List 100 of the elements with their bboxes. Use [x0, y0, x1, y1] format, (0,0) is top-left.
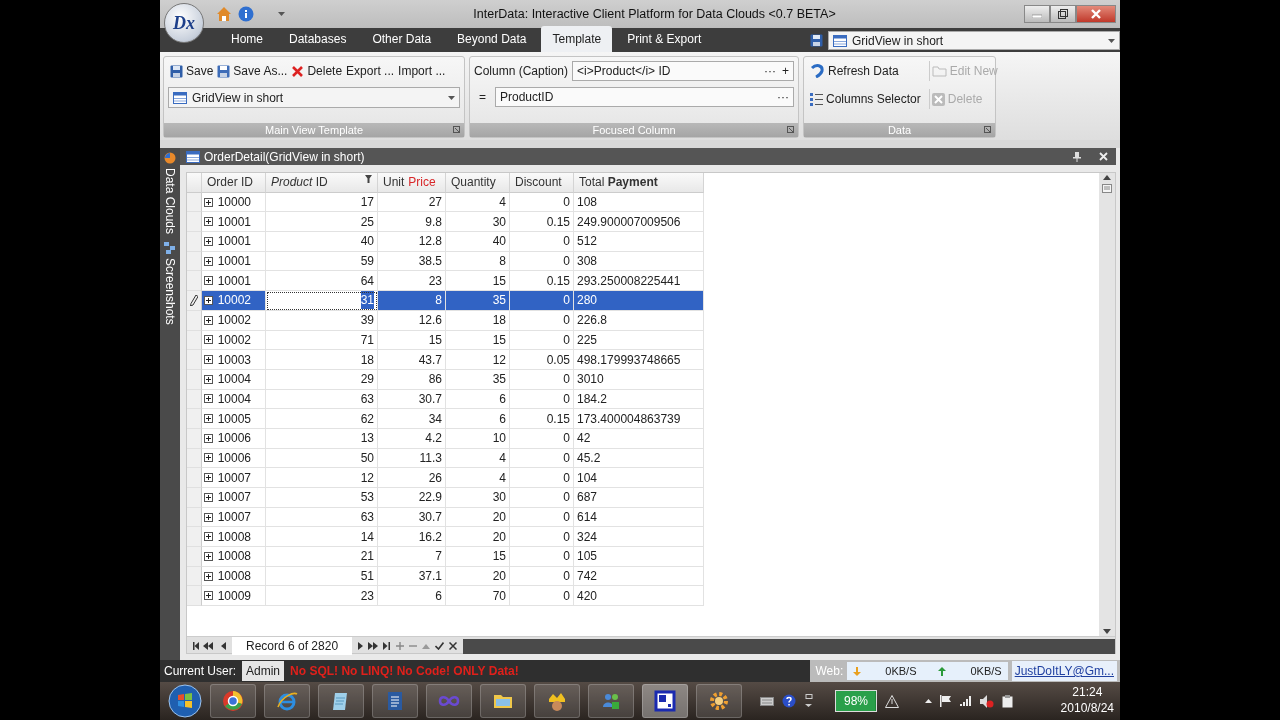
table-row[interactable]: 10004 29 86 35 0 3010: [187, 369, 704, 390]
filter-icon[interactable]: [365, 175, 372, 183]
taskbar-button[interactable]: [318, 684, 364, 718]
expand-icon[interactable]: [204, 532, 213, 542]
row-indicator[interactable]: [187, 291, 202, 311]
expand-icon[interactable]: [204, 276, 213, 286]
speaker-muted-icon[interactable]: [980, 694, 995, 708]
toolbar-button[interactable]: Import ...: [396, 61, 448, 81]
template-dropdown[interactable]: GridView in short: [168, 87, 460, 108]
up-arrow-icon[interactable]: [1103, 175, 1111, 180]
toolbar-button[interactable]: Export ...: [344, 61, 397, 81]
first-record-icon[interactable]: [193, 642, 201, 650]
ribbon-tab[interactable]: Beyond Data: [446, 26, 538, 52]
caret-icon[interactable]: [448, 95, 455, 100]
more-button[interactable]: ···: [777, 88, 789, 106]
cancel-icon[interactable]: [449, 642, 458, 650]
column-header[interactable]: Unit Price: [378, 173, 446, 193]
ribbon-tab[interactable]: Other Data: [361, 26, 443, 52]
expand-icon[interactable]: [204, 197, 213, 207]
column-header[interactable]: Total Payment: [574, 173, 704, 193]
launcher-icon[interactable]: [984, 126, 991, 133]
table-row[interactable]: 10001 59 38.5 8 0 308: [187, 251, 704, 272]
expand-icon[interactable]: [204, 335, 213, 345]
table-row[interactable]: 10002 71 15 15 0 225: [187, 330, 704, 351]
next-page-icon[interactable]: [368, 642, 379, 650]
expand-icon[interactable]: [204, 591, 213, 601]
table-row[interactable]: 10007 53 22.9 30 0 687: [187, 488, 704, 508]
add-button[interactable]: +: [782, 62, 789, 80]
expand-icon[interactable]: [204, 394, 213, 404]
table-row[interactable]: 10005 62 34 6 0.15 173.400004863739: [187, 409, 704, 429]
expand-icon[interactable]: [204, 571, 213, 581]
table-row[interactable]: 10008 14 16.2 20 0 324: [187, 527, 704, 548]
down-arrow-icon[interactable]: [1103, 629, 1111, 634]
clipboard-icon[interactable]: [1002, 694, 1014, 708]
taskbar-button[interactable]: [642, 684, 688, 718]
ribbon-tab[interactable]: Print & Export: [616, 26, 713, 52]
caption-field[interactable]: <i>Product</i> ID ··· +: [572, 61, 794, 81]
home-icon[interactable]: [216, 6, 232, 22]
clock[interactable]: 21:24 2010/8/24: [1060, 685, 1120, 717]
column-header[interactable]: Order ID: [202, 173, 266, 193]
close-button[interactable]: [1076, 5, 1116, 23]
ribbon-tab[interactable]: Databases: [278, 26, 358, 52]
expand-icon[interactable]: [204, 236, 213, 246]
ribbon-tab[interactable]: Home: [220, 26, 274, 52]
up-arrow-icon[interactable]: [925, 699, 933, 703]
taskbar-button[interactable]: [210, 684, 256, 718]
taskbar-button[interactable]: [534, 684, 580, 718]
signal-icon[interactable]: [960, 696, 973, 706]
scroll-thumb[interactable]: [1102, 184, 1112, 193]
launcher-icon[interactable]: [453, 126, 460, 133]
expand-icon[interactable]: [204, 295, 213, 305]
expand-icon[interactable]: [204, 551, 213, 561]
table-row[interactable]: 10006 13 4.2 10 0 42: [187, 428, 704, 449]
column-header[interactable]: Product ID: [266, 173, 378, 193]
table-row[interactable]: 10001 64 23 15 0.15 293.250008225441: [187, 271, 704, 292]
expand-icon[interactable]: [204, 512, 213, 522]
flag-icon[interactable]: [940, 695, 953, 707]
side-tab[interactable]: Screenshots: [161, 242, 179, 325]
taskbar-button[interactable]: [696, 684, 742, 718]
check-icon[interactable]: [435, 642, 445, 650]
table-row[interactable]: 10007 63 30.7 20 0 614: [187, 507, 704, 528]
warning-icon[interactable]: [885, 694, 900, 708]
table-row[interactable]: 10001 40 12.8 40 0 512: [187, 232, 704, 252]
start-button[interactable]: [168, 684, 202, 718]
ribbon-tab[interactable]: Template: [541, 26, 613, 52]
table-row[interactable]: 10009 23 6 70 0 420: [187, 586, 704, 607]
pin-icon[interactable]: [1073, 151, 1081, 162]
taskbar-button[interactable]: [372, 684, 418, 718]
table-row[interactable]: 10004 63 30.7 6 0 184.2: [187, 389, 704, 410]
refresh-button[interactable]: Refresh Data: [808, 61, 923, 81]
caret-icon[interactable]: [1108, 38, 1115, 43]
horizontal-scrollbar[interactable]: [463, 638, 1115, 654]
info-icon[interactable]: [238, 6, 254, 22]
expand-icon[interactable]: [204, 492, 213, 502]
expand-icon[interactable]: [204, 453, 213, 463]
keyboard-icon[interactable]: [760, 696, 774, 706]
previous-record-icon[interactable]: [221, 642, 226, 650]
expand-icon[interactable]: [204, 433, 213, 443]
table-row[interactable]: 10000 17 27 4 0 108: [187, 192, 704, 213]
caret-icon[interactable]: [278, 12, 285, 16]
view-dropdown[interactable]: GridView in short: [828, 31, 1120, 50]
help-icon[interactable]: [782, 694, 796, 708]
table-row[interactable]: 10003 18 43.7 12 0.05 498.179993748665: [187, 350, 704, 370]
delete-button[interactable]: Delete: [289, 61, 345, 81]
maximize-button[interactable]: [1050, 5, 1076, 23]
table-row[interactable]: 10002 39 12.6 18 0 226.8: [187, 310, 704, 331]
taskbar-button[interactable]: [480, 684, 526, 718]
expand-icon[interactable]: [204, 414, 213, 424]
table-row[interactable]: 10001 25 9.8 30 0.15 249.900007009506: [187, 212, 704, 233]
account-link[interactable]: JustDoItLY@Gm...: [1011, 661, 1117, 681]
table-row[interactable]: 10008 21 7 15 0 105: [187, 547, 704, 567]
columns-button[interactable]: Columns Selector: [808, 89, 923, 109]
logo[interactable]: Dx: [164, 3, 204, 43]
side-tab[interactable]: Data Clouds: [161, 152, 179, 235]
more-button[interactable]: ···: [764, 62, 776, 80]
previous-page-icon[interactable]: [203, 642, 213, 650]
column-header[interactable]: Discount: [510, 173, 574, 193]
expand-icon[interactable]: [204, 256, 213, 266]
table-row[interactable]: 10006 50 11.3 4 0 45.2: [187, 448, 704, 469]
window-switch-icon[interactable]: [804, 694, 813, 708]
